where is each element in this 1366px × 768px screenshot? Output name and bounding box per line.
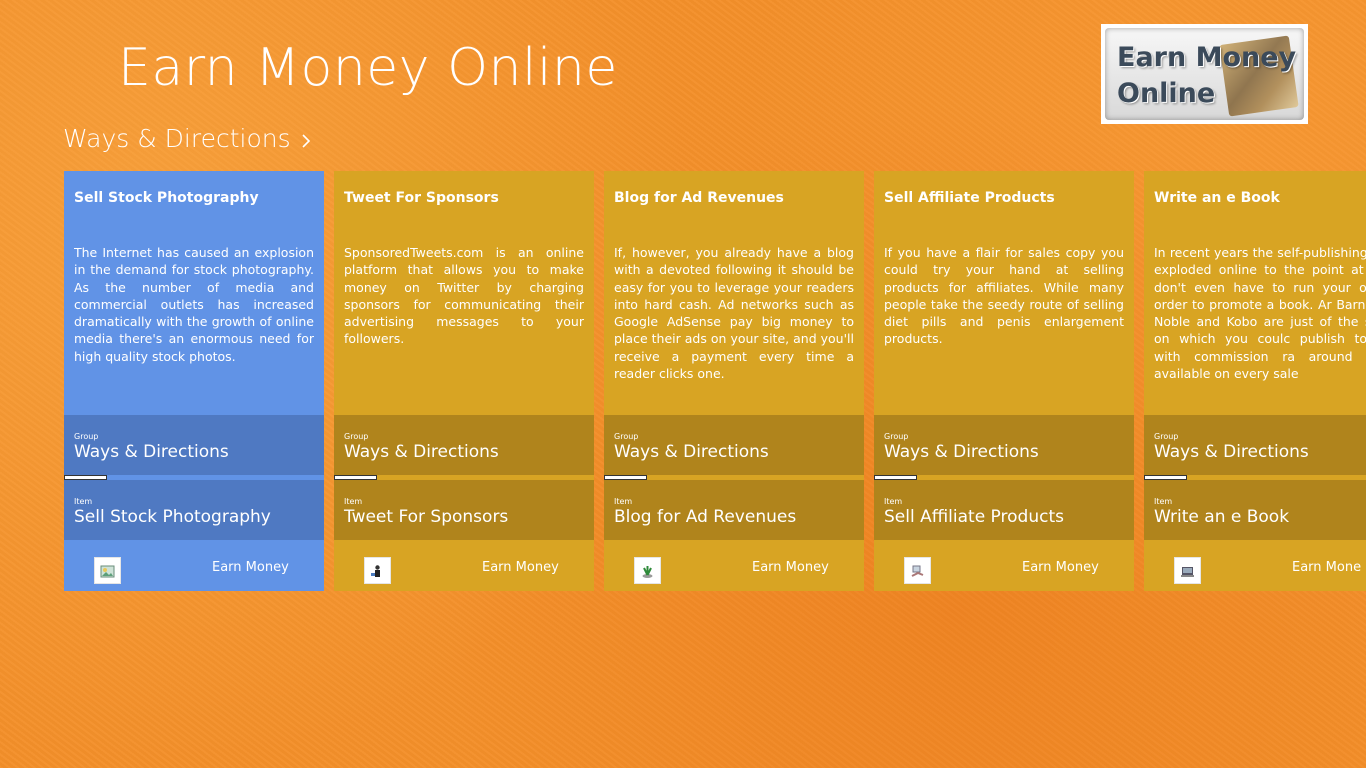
item-band: Item Sell Stock Photography [64,480,324,540]
logo-text-line1: Earn Money [1117,42,1297,73]
tile-description: In recent years the self-publishing has … [1154,245,1366,382]
section-title: Ways & Directions [63,124,291,153]
plant-money-thumbnail-icon [634,557,661,584]
group-caption: Group [614,432,639,441]
tile-description: The Internet has caused an explosion in … [74,245,314,364]
items-grid: Sell Stock Photography The Internet has … [64,171,1366,591]
chevron-right-icon [302,133,310,148]
tile-title: Tweet For Sponsors [344,190,499,206]
item-tile[interactable]: Sell Affiliate Products If you have a fl… [874,171,1134,591]
item-value: Sell Stock Photography [74,507,271,527]
group-value: Ways & Directions [344,442,499,462]
item-band: Item Tweet For Sponsors [334,480,594,540]
group-value: Ways & Directions [614,442,769,462]
group-band: Group Ways & Directions [64,415,324,475]
ebook-reader-thumbnail-icon [1174,557,1201,584]
tile-title: Write an e Book [1154,190,1280,206]
group-band: Group Ways & Directions [874,415,1134,475]
tile-footer: Earn Money [334,540,594,591]
footer-label: Earn Money [482,560,559,575]
tile-footer: Earn Money [604,540,864,591]
tile-description: SponsoredTweets.com is an online platfor… [344,245,584,347]
tile-title: Blog for Ad Revenues [614,190,784,206]
tile-description: If, however, you already have a blog wit… [614,245,854,382]
footer-label: Earn Money [1022,560,1099,575]
item-value: Tweet For Sponsors [344,507,509,527]
group-caption: Group [74,432,99,441]
tile-title: Sell Stock Photography [74,190,259,206]
item-caption: Item [884,497,903,506]
footer-label: Earn Money [212,560,289,575]
tile-footer: Earn Money [64,540,324,591]
group-band: Group Ways & Directions [604,415,864,475]
group-value: Ways & Directions [74,442,229,462]
item-tile[interactable]: Write an e Book In recent years the self… [1144,171,1366,591]
item-caption: Item [614,497,633,506]
hand-product-thumbnail-icon [904,557,931,584]
item-caption: Item [74,497,93,506]
item-tile[interactable]: Tweet For Sponsors SponsoredTweets.com i… [334,171,594,591]
group-caption: Group [344,432,369,441]
tile-footer: Earn Mone [1144,540,1366,591]
tile-title: Sell Affiliate Products [884,190,1055,206]
item-tile[interactable]: Blog for Ad Revenues If, however, you al… [604,171,864,591]
photo-thumbnail-icon [94,557,121,584]
item-caption: Item [1154,497,1173,506]
item-value: Sell Affiliate Products [884,507,1064,527]
logo-text-line2: Online [1117,78,1216,109]
item-band: Item Write an e Book [1144,480,1366,540]
footer-label: Earn Mone [1292,560,1362,575]
item-value: Write an e Book [1154,507,1290,527]
group-band: Group Ways & Directions [334,415,594,475]
group-band: Group Ways & Directions [1144,415,1366,475]
group-caption: Group [1154,432,1179,441]
app-logo: Earn Money Online [1101,24,1308,124]
group-caption: Group [884,432,909,441]
group-value: Ways & Directions [884,442,1039,462]
tile-footer: Earn Money [874,540,1134,591]
group-value: Ways & Directions [1154,442,1309,462]
section-header-link[interactable]: Ways & Directions [63,124,313,153]
businessman-thumbnail-icon [364,557,391,584]
item-value: Blog for Ad Revenues [614,507,797,527]
item-caption: Item [344,497,363,506]
tile-description: If you have a flair for sales copy you c… [884,245,1124,347]
item-tile[interactable]: Sell Stock Photography The Internet has … [64,171,324,591]
item-band: Item Sell Affiliate Products [874,480,1134,540]
footer-label: Earn Money [752,560,829,575]
item-band: Item Blog for Ad Revenues [604,480,864,540]
app-title: Earn Money Online [118,38,618,98]
